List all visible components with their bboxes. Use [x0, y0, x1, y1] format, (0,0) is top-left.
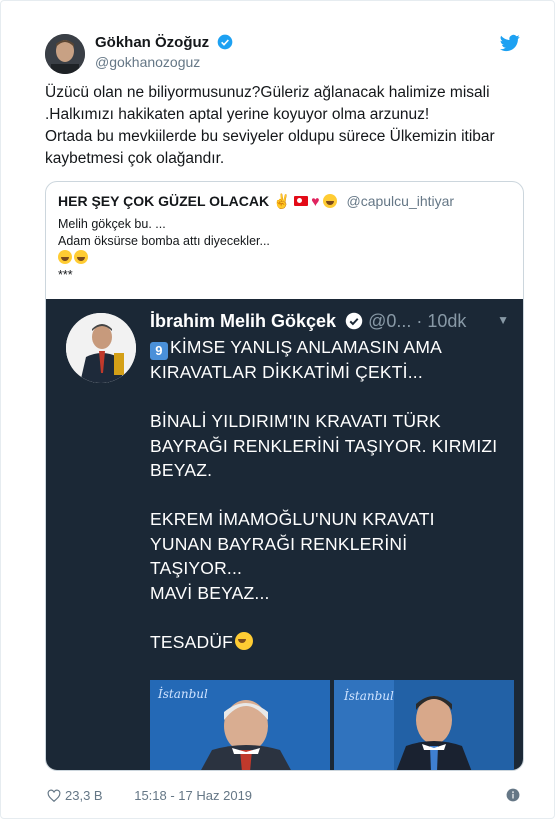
- tweet-text-line: kaybetmesi çok olağandır.: [45, 150, 225, 167]
- laughing-emoji-row: [58, 250, 270, 267]
- tears-of-joy-emoji-icon: [235, 631, 254, 650]
- tweet-footer: 23,3 B 15:18 - 17 Haz 2019: [47, 788, 266, 803]
- quoted-author-name[interactable]: HER ŞEY ÇOK GÜZEL OLACAK: [58, 193, 269, 209]
- verified-icon: [218, 34, 233, 50]
- tweet-text-line: .Halkımızı hakikaten aptal yerine koyuyo…: [45, 106, 430, 123]
- screenshot-line: TAŞIYOR...: [150, 558, 243, 578]
- screenshot-avatar: [66, 313, 136, 383]
- author-name-text[interactable]: Gökhan Özoğuz: [95, 34, 209, 51]
- laughing-emoji-icon: [74, 250, 88, 264]
- embedded-screenshot-image[interactable]: İbrahim Melih Gökçek @0... · 10dk ▼ 9 KİM…: [46, 299, 523, 770]
- screenshot-line: KIRAVATLAR DİKKATİMİ ÇEKTİ...: [150, 362, 423, 382]
- screenshot-line: 9 KİMSE YANLIŞ ANLAMASIN AMA: [150, 335, 497, 360]
- tweet-card: Gökhan Özoğuz @gokhanozoguz Üzücü olan n…: [0, 0, 555, 819]
- screenshot-line: BAYRAĞI RENKLERİNİ TAŞIYOR. KIRMIZI: [150, 435, 498, 456]
- twitter-bird-icon[interactable]: [500, 33, 520, 53]
- screenshot-line: [150, 605, 497, 630]
- author-handle[interactable]: @gokhanozoguz: [95, 54, 200, 70]
- quoted-text-line: Melih gökçek bu. ...: [58, 217, 166, 231]
- photo-ekrem-imamoglu: İstanbul: [334, 680, 514, 770]
- photo-watermark: İstanbul: [343, 688, 394, 703]
- quoted-text: Melih gökçek bu. ... Adam öksürse bomba …: [58, 216, 270, 284]
- victory-hand-icon: ✌: [272, 193, 291, 209]
- quoted-tweet[interactable]: HER ŞEY ÇOK GÜZEL OLACAK ✌ ♥ @capulcu_ih…: [45, 181, 524, 771]
- quoted-author-handle[interactable]: @capulcu_ihtiyar: [346, 193, 454, 209]
- tweet-text: Üzücü olan ne biliyormusunuz?Güleriz ağl…: [45, 82, 515, 170]
- author-avatar[interactable]: [45, 34, 85, 74]
- screenshot-line: EKREM İMAMOĞLU'NUN KRAVATI: [150, 509, 435, 529]
- laughing-emoji-icon: [58, 250, 72, 264]
- info-icon[interactable]: [506, 788, 520, 802]
- tweet-timestamp[interactable]: 15:18 - 17 Haz 2019: [134, 788, 252, 803]
- like-count-text[interactable]: 23,3 B: [65, 788, 103, 803]
- screenshot-text: 9 KİMSE YANLIŞ ANLAMASIN AMA KIRAVATLAR D…: [150, 335, 497, 654]
- screenshot-line: MAVİ BEYAZ...: [150, 582, 270, 603]
- screenshot-line-text: KİMSE YANLIŞ ANLAMASIN AMA: [170, 337, 443, 357]
- screenshot-line: [150, 385, 497, 410]
- screenshot-line: TESADÜF: [150, 630, 497, 655]
- quoted-text-line: ***: [58, 268, 73, 282]
- screenshot-line: YUNAN BAYRAĞI RENKLERİNİ: [150, 533, 408, 554]
- photo-binali-yildirim: İstanbul: [150, 680, 330, 770]
- screenshot-author: İbrahim Melih Gökçek @0... · 10dk: [150, 311, 466, 332]
- smile-emoji-icon: [322, 194, 337, 208]
- screenshot-line: BEYAZ.: [150, 460, 213, 480]
- keycap-nine-icon: 9: [150, 342, 168, 360]
- tweet-text-line: Ortada bu mevkiilerde bu seviyeler oldup…: [45, 128, 495, 145]
- screenshot-line: BİNALİ YILDIRIM'IN KRAVATI TÜRK: [150, 411, 441, 431]
- author-name[interactable]: Gökhan Özoğuz: [95, 34, 233, 51]
- chevron-down-icon: ▼: [497, 313, 509, 327]
- photo-watermark: İstanbul: [157, 686, 208, 701]
- screenshot-handle-time: @0... · 10dk: [368, 311, 467, 331]
- heart-emoji-icon: ♥: [311, 193, 320, 209]
- screenshot-author-name: İbrahim Melih Gökçek: [150, 311, 337, 331]
- turkey-flag-icon: [294, 196, 309, 206]
- verified-icon: [345, 312, 363, 330]
- heart-icon[interactable]: [47, 789, 61, 803]
- screenshot-line-text: TESADÜF: [150, 631, 234, 652]
- quoted-text-line: Adam öksürse bomba attı diyecekler...: [58, 234, 270, 248]
- tweet-text-line: Üzücü olan ne biliyormusunuz?Güleriz ağl…: [45, 84, 490, 101]
- quoted-author[interactable]: HER ŞEY ÇOK GÜZEL OLACAK ✌ ♥ @capulcu_ih…: [58, 193, 454, 210]
- screenshot-line: [150, 483, 497, 508]
- like-count[interactable]: 23,3 B: [47, 788, 120, 803]
